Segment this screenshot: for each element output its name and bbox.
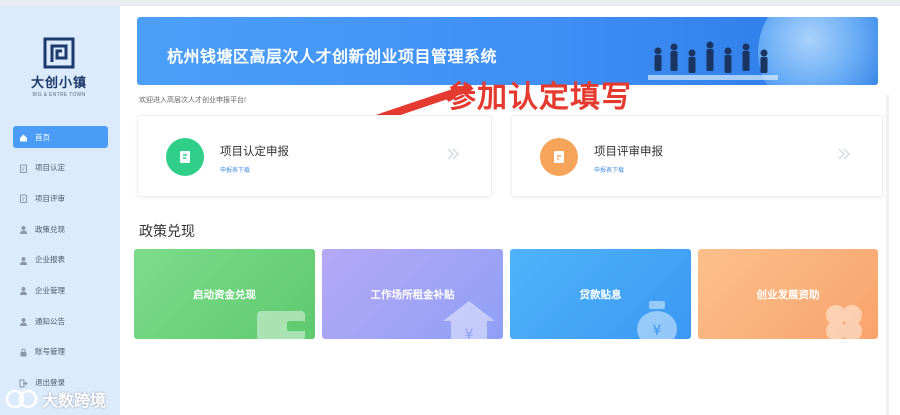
sidebar-item[interactable]: 政策兑现 [13,218,108,240]
sidebar-item-label: 通知公告 [35,316,65,326]
sidebar-item[interactable]: 项目认定 [13,157,108,179]
system-title: 杭州钱塘区高层次人才创新创业项目管理系统 [167,49,498,66]
sidebar-item[interactable]: 企业管理 [13,279,108,301]
tile-startup-funding[interactable]: 启动资金兑现 [134,249,315,339]
tile-loan-interest[interactable]: 贷款贴息 ¥ [510,249,691,339]
sidebar-item[interactable]: 企业报表 [13,249,108,271]
person-icon [19,256,28,265]
watermark: 大数跨境 [4,387,106,411]
logo: 大创小镇 BIG & ENTRE TOWN [28,36,90,98]
flag-icon [166,138,204,176]
sidebar-item-label: 账号管理 [35,347,65,357]
watermark-logo-icon [5,389,38,409]
card-project-certification[interactable]: 项目认定申报 申报表下载 [137,115,492,197]
download-form-link[interactable]: 申报表下载 [220,165,250,174]
sidebar-item[interactable]: 项目评审 [13,187,108,209]
person-icon [19,286,28,296]
sidebar-item[interactable]: 首页 [13,126,108,148]
sidebar-item-label: 企业报表 [35,255,65,265]
doc-icon [19,194,28,204]
sidebar-menu: 首页 项目认定 项目评审 政策兑现 企业报表 企业管理 通知公告 账号管理 退出登录 [13,126,108,402]
welcome-text: 欢迎进入高层次人才创业申报平台! [139,97,246,104]
lock-icon [19,348,28,357]
house-yen-icon: ¥ [443,301,495,339]
double-chevron-right-icon [447,148,460,160]
logo-subtitle: BIG & ENTRE TOWN [32,92,86,98]
watermark-text: 大数跨境 [42,393,107,410]
sidebar-item-label: 项目认定 [35,163,65,173]
section-title-policy: 政策兑现 [139,223,195,239]
sidebar-item[interactable]: 通知公告 [13,310,108,332]
sidebar-item[interactable]: 账号管理 [13,341,108,363]
sidebar-item-label: 政策兑现 [35,224,65,234]
download-form-link[interactable]: 申报表下载 [594,165,624,174]
browser-topbar [0,0,900,6]
logo-name: 大创小镇 [30,75,87,90]
clover-icon [826,305,862,339]
logo-mark-icon [42,36,76,70]
svg-text:¥: ¥ [653,323,662,339]
home-icon [19,133,28,142]
wallet-icon [257,311,305,339]
tile-rent-subsidy[interactable]: 工作场所租金补贴 ¥ [322,249,503,339]
tile-development-grant[interactable]: 创业发展资助 [698,249,878,339]
card-title: 项目认定申报 [220,146,289,158]
card-title: 项目评审申报 [594,146,663,158]
sidebar-item-label: 项目评审 [35,193,65,203]
person-icon [19,225,28,235]
card-project-review[interactable]: 项目评审申报 申报表下载 [511,115,883,197]
money-bag-icon: ¥ [637,301,677,339]
annotation-text: 参加认定填写 [446,81,632,114]
document-edit-icon [540,138,578,176]
scrollbar[interactable] [886,95,889,415]
svg-text:¥: ¥ [465,327,474,339]
double-chevron-right-icon [838,148,851,160]
sidebar-item-label: 企业管理 [35,285,65,295]
sidebar-item-label: 首页 [35,132,50,142]
doc-icon [19,164,28,173]
person-icon [19,317,28,327]
sidebar: 大创小镇 BIG & ENTRE TOWN 首页项目认定项目评审政策兑现企业报表… [0,6,120,415]
people-illustration [648,41,778,80]
